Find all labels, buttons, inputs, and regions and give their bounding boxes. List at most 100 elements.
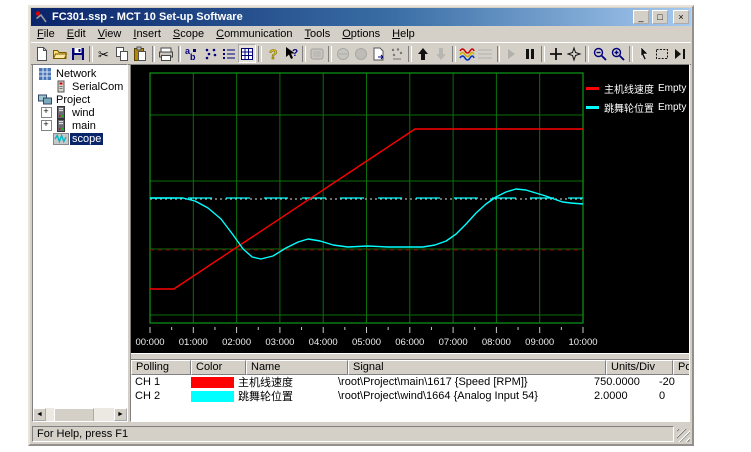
minimize-button[interactable]: _ [633, 10, 649, 24]
context-help-button[interactable]: ? [282, 44, 300, 63]
poll-button[interactable] [352, 44, 370, 63]
column-header-color[interactable]: Color [191, 360, 246, 375]
channel-color-cell [189, 377, 234, 388]
cut-button[interactable]: ✂ [95, 44, 113, 63]
close-button[interactable]: × [673, 10, 689, 24]
svg-text:01:000: 01:000 [179, 337, 208, 348]
zoom-out-button[interactable] [591, 44, 609, 63]
rect-select-icon [654, 46, 670, 62]
menu-insert[interactable]: Insert [127, 27, 167, 41]
serial-device-icon [53, 79, 70, 94]
menu-help[interactable]: Help [386, 27, 421, 41]
network-icon [37, 66, 54, 81]
zoom-cursor-button[interactable] [565, 44, 583, 63]
column-header-position[interactable]: Position [673, 360, 689, 375]
svg-text:09:000: 09:000 [525, 337, 554, 348]
svg-text:02:000: 02:000 [222, 337, 251, 348]
move-up-button[interactable] [414, 44, 432, 63]
new-file-button[interactable] [33, 44, 51, 63]
track-cursor-icon [548, 46, 564, 62]
scope-chart[interactable]: 00:00001:00002:00003:00004:00005:00006:0… [131, 65, 689, 353]
scope-curves-button[interactable] [458, 44, 476, 63]
svg-text:00:000: 00:000 [135, 337, 164, 348]
menu-edit[interactable]: Edit [61, 27, 92, 41]
tree-item-wind[interactable]: +wind [33, 106, 127, 119]
toolbar-separator [258, 46, 262, 62]
scroll-left-button[interactable]: ◄ [33, 408, 46, 421]
pause-button[interactable] [521, 44, 539, 63]
tree-item-label: SerialCom [70, 81, 125, 93]
paste-button[interactable] [131, 44, 149, 63]
parameter-grid-button[interactable]: ab [183, 44, 201, 63]
parameter-list-button[interactable] [220, 44, 238, 63]
menu-tools[interactable]: Tools [299, 27, 337, 41]
main-area: NetworkSerialComProject+wind+mainscope ◄… [32, 64, 690, 422]
toolbar-separator [629, 46, 633, 62]
play-button[interactable] [502, 44, 520, 63]
save-icon [70, 46, 86, 62]
help-button[interactable]: ? [264, 44, 282, 63]
cut-icon: ✂ [96, 46, 112, 62]
tree-item-scope[interactable]: scope [33, 132, 127, 145]
print-icon [158, 46, 174, 62]
titlebar[interactable]: FC301.ssp - MCT 10 Set-up Software _ □ × [31, 8, 691, 26]
compare-parameters-button[interactable] [202, 44, 220, 63]
menu-scope[interactable]: Scope [167, 27, 210, 41]
print-button[interactable] [157, 44, 175, 63]
expand-icon[interactable]: + [41, 107, 52, 118]
column-header-name[interactable]: Name [246, 360, 348, 375]
scroll-right-button[interactable]: ► [114, 408, 127, 421]
tree-item-label: Project [54, 94, 92, 106]
maximize-button[interactable]: □ [652, 10, 668, 24]
flat-curves-button[interactable] [476, 44, 494, 63]
menu-options[interactable]: Options [336, 27, 386, 41]
column-header-signal[interactable]: Signal [348, 360, 606, 375]
column-header-polling[interactable]: Polling [131, 360, 191, 375]
scope-waveform-icon [53, 131, 70, 146]
tree-item-project[interactable]: Project [33, 93, 127, 106]
tree-horizontal-scrollbar[interactable]: ◄ ► [33, 408, 127, 421]
chart-table-splitter[interactable] [131, 353, 689, 360]
zoom-in-button[interactable] [609, 44, 627, 63]
channel-table-body: CH 1主机线速度\root\Project\main\1617 {Speed … [131, 375, 689, 403]
expand-icon[interactable]: + [41, 120, 52, 131]
menu-file[interactable]: File [31, 27, 61, 41]
menu-communication[interactable]: Communication [210, 27, 298, 41]
tree-item-network[interactable]: Network [33, 67, 127, 80]
rect-select-button[interactable] [653, 44, 671, 63]
menu-view[interactable]: View [92, 27, 128, 41]
zoom-cursor-icon [566, 46, 582, 62]
network-scan-button[interactable] [308, 44, 326, 63]
track-cursor-button[interactable] [547, 44, 565, 63]
grid-view-button[interactable] [238, 44, 256, 63]
save-button[interactable] [69, 44, 87, 63]
table-row[interactable]: CH 1主机线速度\root\Project\main\1617 {Speed … [131, 375, 689, 389]
app-icon [33, 9, 49, 25]
flat-curves-icon [477, 46, 493, 62]
toolbar: ✂ ab?? [31, 42, 691, 65]
read-from-drive-icon [389, 46, 405, 62]
svg-text:?: ? [292, 48, 298, 59]
scope-curves-icon [459, 46, 475, 62]
open-folder-button[interactable] [51, 44, 69, 63]
resize-grip[interactable] [677, 429, 690, 442]
cell: 2.0000 [590, 390, 655, 402]
scrollbar-thumb[interactable] [54, 408, 94, 422]
paste-icon [132, 46, 148, 62]
copy-button[interactable] [113, 44, 131, 63]
legend-label: 跳舞轮位置 [604, 100, 654, 115]
stop-communication-button[interactable] [334, 44, 352, 63]
read-from-drive-button[interactable] [388, 44, 406, 63]
table-row[interactable]: CH 2跳舞轮位置\root\Project\wind\1664 {Analog… [131, 389, 689, 403]
move-down-button[interactable] [432, 44, 450, 63]
clipped-edge-button[interactable] [671, 44, 689, 63]
toolbar-separator [408, 46, 412, 62]
scrollbar-track[interactable] [46, 408, 114, 421]
pointer-button[interactable] [635, 44, 653, 63]
tree-item-main[interactable]: +main [33, 119, 127, 132]
open-folder-icon [52, 46, 68, 62]
column-header-unitsdiv[interactable]: Units/Div [606, 360, 673, 375]
scope-panel: 00:00001:00002:00003:00004:00005:00006:0… [130, 64, 690, 422]
toolbar-separator [452, 46, 456, 62]
write-to-drive-button[interactable] [370, 44, 388, 63]
